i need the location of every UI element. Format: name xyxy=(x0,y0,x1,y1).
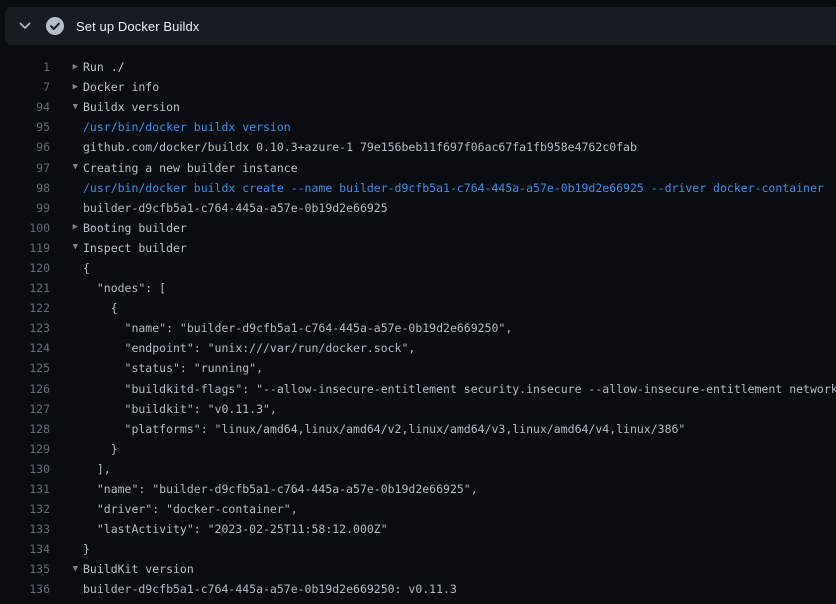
triangle-right-icon: ▶ xyxy=(50,63,78,72)
output-text: github.com/docker/buildx 0.10.3+azure-1 … xyxy=(83,140,637,154)
output-text: builder-d9cfb5a1-c764-445a-a57e-0b19d2e6… xyxy=(83,582,457,596)
log-line: 129 } xyxy=(0,439,836,459)
log-line: 99 builder-d9cfb5a1-c764-445a-a57e-0b19d2… xyxy=(0,198,836,218)
output-text: builder-d9cfb5a1-c764-445a-a57e-0b19d2e6… xyxy=(83,201,388,215)
line-number[interactable]: 136 xyxy=(0,582,50,596)
triangle-down-icon: ▼ xyxy=(50,243,78,252)
group-title[interactable]: Run ./ xyxy=(83,60,125,74)
chevron-down-icon[interactable] xyxy=(16,17,34,35)
line-number[interactable]: 125 xyxy=(0,361,50,375)
command-text: /usr/bin/docker buildx create --name bui… xyxy=(83,181,824,195)
line-number[interactable]: 119 xyxy=(0,241,50,255)
line-number[interactable]: 132 xyxy=(0,502,50,516)
line-number[interactable]: 99 xyxy=(0,201,50,215)
output-text: "nodes": [ xyxy=(83,281,166,295)
line-number[interactable]: 123 xyxy=(0,321,50,335)
output-text: "lastActivity": "2023-02-25T11:58:12.000… xyxy=(83,522,388,536)
line-number[interactable]: 95 xyxy=(0,120,50,134)
group-title[interactable]: Creating a new builder instance xyxy=(83,161,298,175)
triangle-right-icon: ▶ xyxy=(50,83,78,92)
log-group-row[interactable]: 100▶ Booting builder xyxy=(0,218,836,238)
log-line: 130 ], xyxy=(0,459,836,479)
output-text: { xyxy=(83,301,118,315)
log-line: 96 github.com/docker/buildx 0.10.3+azure-… xyxy=(0,137,836,157)
line-number[interactable]: 1 xyxy=(0,60,50,74)
output-text: "buildkit": "v0.11.3", xyxy=(83,402,277,416)
log-line: 136 builder-d9cfb5a1-c764-445a-a57e-0b19d… xyxy=(0,579,836,599)
log-group-row[interactable]: 97▼ Creating a new builder instance xyxy=(0,157,836,177)
command-text: /usr/bin/docker buildx version xyxy=(83,120,291,134)
line-number[interactable]: 122 xyxy=(0,301,50,315)
log-lines: 1▶Run ./7▶Docker info94▼Buildx version95… xyxy=(0,57,836,600)
step-header[interactable]: Set up Docker Buildx xyxy=(5,7,836,45)
output-text: "status": "running", xyxy=(83,361,263,375)
line-number[interactable]: 121 xyxy=(0,281,50,295)
output-text: } xyxy=(83,442,118,456)
group-title[interactable]: Inspect builder xyxy=(83,241,187,255)
output-text: "driver": "docker-container", xyxy=(83,502,298,516)
log-line: 128 "platforms": "linux/amd64,linux/amd6… xyxy=(0,419,836,439)
log-line: 121 "nodes": [ xyxy=(0,278,836,298)
line-number[interactable]: 100 xyxy=(0,221,50,235)
triangle-down-icon: ▼ xyxy=(50,103,78,112)
triangle-right-icon: ▶ xyxy=(50,223,78,232)
output-text: "buildkitd-flags": "--allow-insecure-ent… xyxy=(83,382,836,396)
line-number[interactable]: 98 xyxy=(0,181,50,195)
line-number[interactable]: 129 xyxy=(0,442,50,456)
log-group-row[interactable]: 94▼ Buildx version xyxy=(0,97,836,117)
log-line: 134} xyxy=(0,539,836,559)
log-line: 132 "driver": "docker-container", xyxy=(0,499,836,519)
line-number[interactable]: 97 xyxy=(0,161,50,175)
output-text: { xyxy=(83,261,90,275)
log-group-row[interactable]: 119▼ Inspect builder xyxy=(0,238,836,258)
log-group-row[interactable]: 7▶ Docker info xyxy=(0,77,836,97)
output-text: "name": "builder-d9cfb5a1-c764-445a-a57e… xyxy=(83,321,512,335)
log-line: 124 "endpoint": "unix:///var/run/docker.… xyxy=(0,338,836,358)
group-title[interactable]: BuildKit version xyxy=(83,562,194,576)
line-number[interactable]: 130 xyxy=(0,462,50,476)
output-text: } xyxy=(83,542,90,556)
line-number[interactable]: 128 xyxy=(0,422,50,436)
group-title[interactable]: Booting builder xyxy=(83,221,187,235)
output-text: ], xyxy=(83,462,111,476)
output-text: "endpoint": "unix:///var/run/docker.sock… xyxy=(83,341,415,355)
log-line: 98/usr/bin/docker buildx create --name b… xyxy=(0,178,836,198)
log-group-row[interactable]: 135▼ BuildKit version xyxy=(0,559,836,579)
log-line: 131 "name": "builder-d9cfb5a1-c764-445a-… xyxy=(0,479,836,499)
line-number[interactable]: 7 xyxy=(0,80,50,94)
log-line: 125 "status": "running", xyxy=(0,358,836,378)
log-line: 133 "lastActivity": "2023-02-25T11:58:12… xyxy=(0,519,836,539)
output-text: "name": "builder-d9cfb5a1-c764-445a-a57e… xyxy=(83,482,478,496)
triangle-down-icon: ▼ xyxy=(50,565,78,574)
log-line: 120 { xyxy=(0,258,836,278)
line-number[interactable]: 96 xyxy=(0,140,50,154)
group-title[interactable]: Docker info xyxy=(83,80,159,94)
group-title[interactable]: Buildx version xyxy=(83,100,180,114)
check-circle-icon xyxy=(45,16,65,36)
log-line: 122 { xyxy=(0,298,836,318)
log-line: 123 "name": "builder-d9cfb5a1-c764-445a-… xyxy=(0,318,836,338)
step-title: Set up Docker Buildx xyxy=(76,19,199,34)
log-line: 95/usr/bin/docker buildx version xyxy=(0,117,836,137)
line-number[interactable]: 127 xyxy=(0,402,50,416)
line-number[interactable]: 120 xyxy=(0,261,50,275)
log-line: 126 "buildkitd-flags": "--allow-insecure… xyxy=(0,379,836,399)
line-number[interactable]: 134 xyxy=(0,542,50,556)
line-number[interactable]: 126 xyxy=(0,382,50,396)
output-text: "platforms": "linux/amd64,linux/amd64/v2… xyxy=(83,422,685,436)
line-number[interactable]: 94 xyxy=(0,100,50,114)
line-number[interactable]: 124 xyxy=(0,341,50,355)
line-number[interactable]: 133 xyxy=(0,522,50,536)
line-number[interactable]: 135 xyxy=(0,562,50,576)
log-group-row[interactable]: 1▶ Run ./ xyxy=(0,57,836,77)
triangle-down-icon: ▼ xyxy=(50,163,78,172)
log-line: 127 "buildkit": "v0.11.3", xyxy=(0,399,836,419)
line-number[interactable]: 131 xyxy=(0,482,50,496)
